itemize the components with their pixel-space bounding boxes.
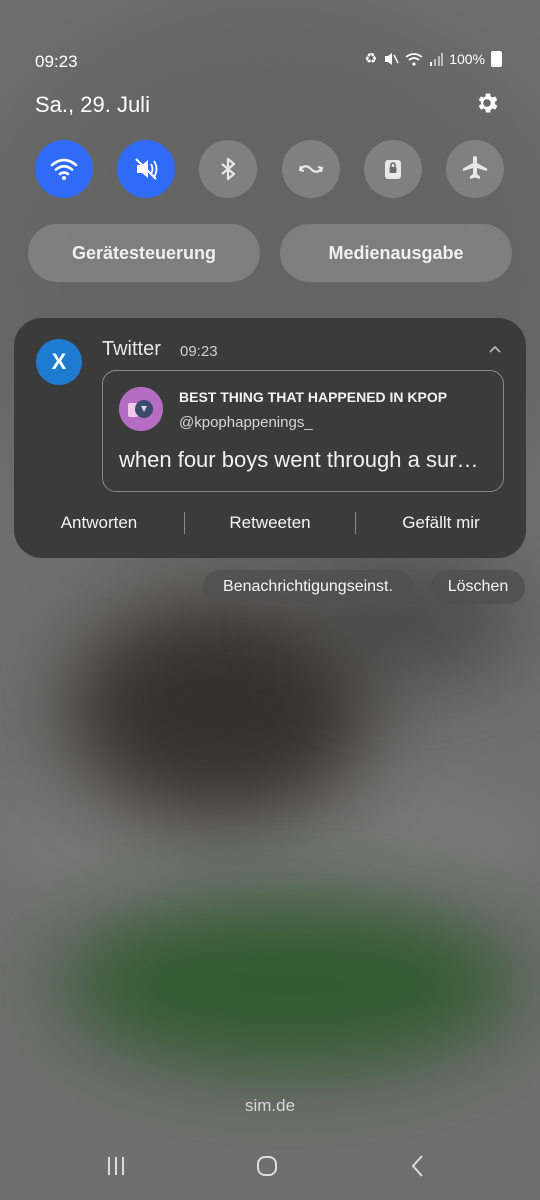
sync-icon [298, 165, 323, 173]
bluetooth-toggle[interactable] [199, 140, 258, 198]
tweet-account-handle: @kpophappenings_ [179, 414, 313, 431]
wifi-icon [50, 158, 78, 180]
media-output-button[interactable]: Medienausgabe [280, 224, 512, 282]
battery-icon [491, 50, 502, 67]
wifi-toggle[interactable] [35, 140, 93, 198]
recent-apps-icon [108, 1157, 124, 1175]
tweet-preview[interactable]: BEST THING THAT HAPPENED IN KPOP @kpopha… [102, 370, 504, 492]
wifi-icon [405, 52, 423, 66]
quick-settings [35, 140, 504, 198]
back-icon [411, 1155, 423, 1177]
bluetooth-icon [221, 157, 236, 181]
lock-icon [384, 160, 401, 179]
kpop-avatar-icon [119, 387, 163, 431]
gear-icon[interactable] [474, 90, 500, 116]
twitter-app-icon: X [36, 339, 82, 385]
battery-percent: 100% [449, 50, 485, 67]
airplane-mode-toggle[interactable] [445, 140, 504, 198]
lock-toggle[interactable] [363, 140, 422, 198]
mute-icon [385, 52, 399, 65]
notification-settings-button[interactable]: Benachrichtigungseinst. [203, 570, 413, 604]
tweet-text: when four boys went through a sur… [119, 447, 479, 472]
home-icon [257, 1156, 277, 1176]
device-control-button[interactable]: Gerätesteuerung [28, 224, 260, 282]
tweet-account-name: BEST THING THAT HAPPENED IN KPOP [179, 389, 448, 405]
date-label: Sa., 29. Juli [35, 92, 150, 117]
carrier-label: sim.de [244, 1096, 296, 1115]
status-time: 09:23 [35, 52, 78, 71]
x-logo-icon: X [51, 349, 67, 374]
back-button[interactable] [400, 1148, 436, 1184]
notification-app-name: Twitter [102, 338, 161, 360]
auto-rotate-toggle[interactable] [281, 140, 340, 198]
notification-actions: Antworten Retweeten Gefällt mir [14, 508, 526, 538]
avatar [119, 387, 163, 431]
twitter-notification[interactable]: X Twitter 09:23 BEST THING THAT HAPPENED… [14, 318, 526, 558]
notification-time: 09:23 [180, 343, 218, 360]
recent-apps-button[interactable] [98, 1148, 134, 1184]
recycle-icon: ♻ [364, 50, 378, 66]
signal-icon [430, 52, 444, 66]
reply-button[interactable]: Antworten [14, 513, 184, 533]
chevron-up-icon[interactable] [488, 342, 502, 356]
navigation-bar [0, 1148, 540, 1184]
like-button[interactable]: Gefällt mir [356, 513, 526, 533]
mute-icon [135, 158, 158, 180]
retweet-button[interactable]: Retweeten [185, 513, 355, 533]
home-button[interactable] [249, 1148, 285, 1184]
status-bar: 09:23 ♻ 100% [35, 50, 502, 74]
mute-toggle[interactable] [117, 140, 176, 198]
clear-button[interactable]: Löschen [431, 570, 525, 604]
airplane-icon [462, 156, 487, 179]
